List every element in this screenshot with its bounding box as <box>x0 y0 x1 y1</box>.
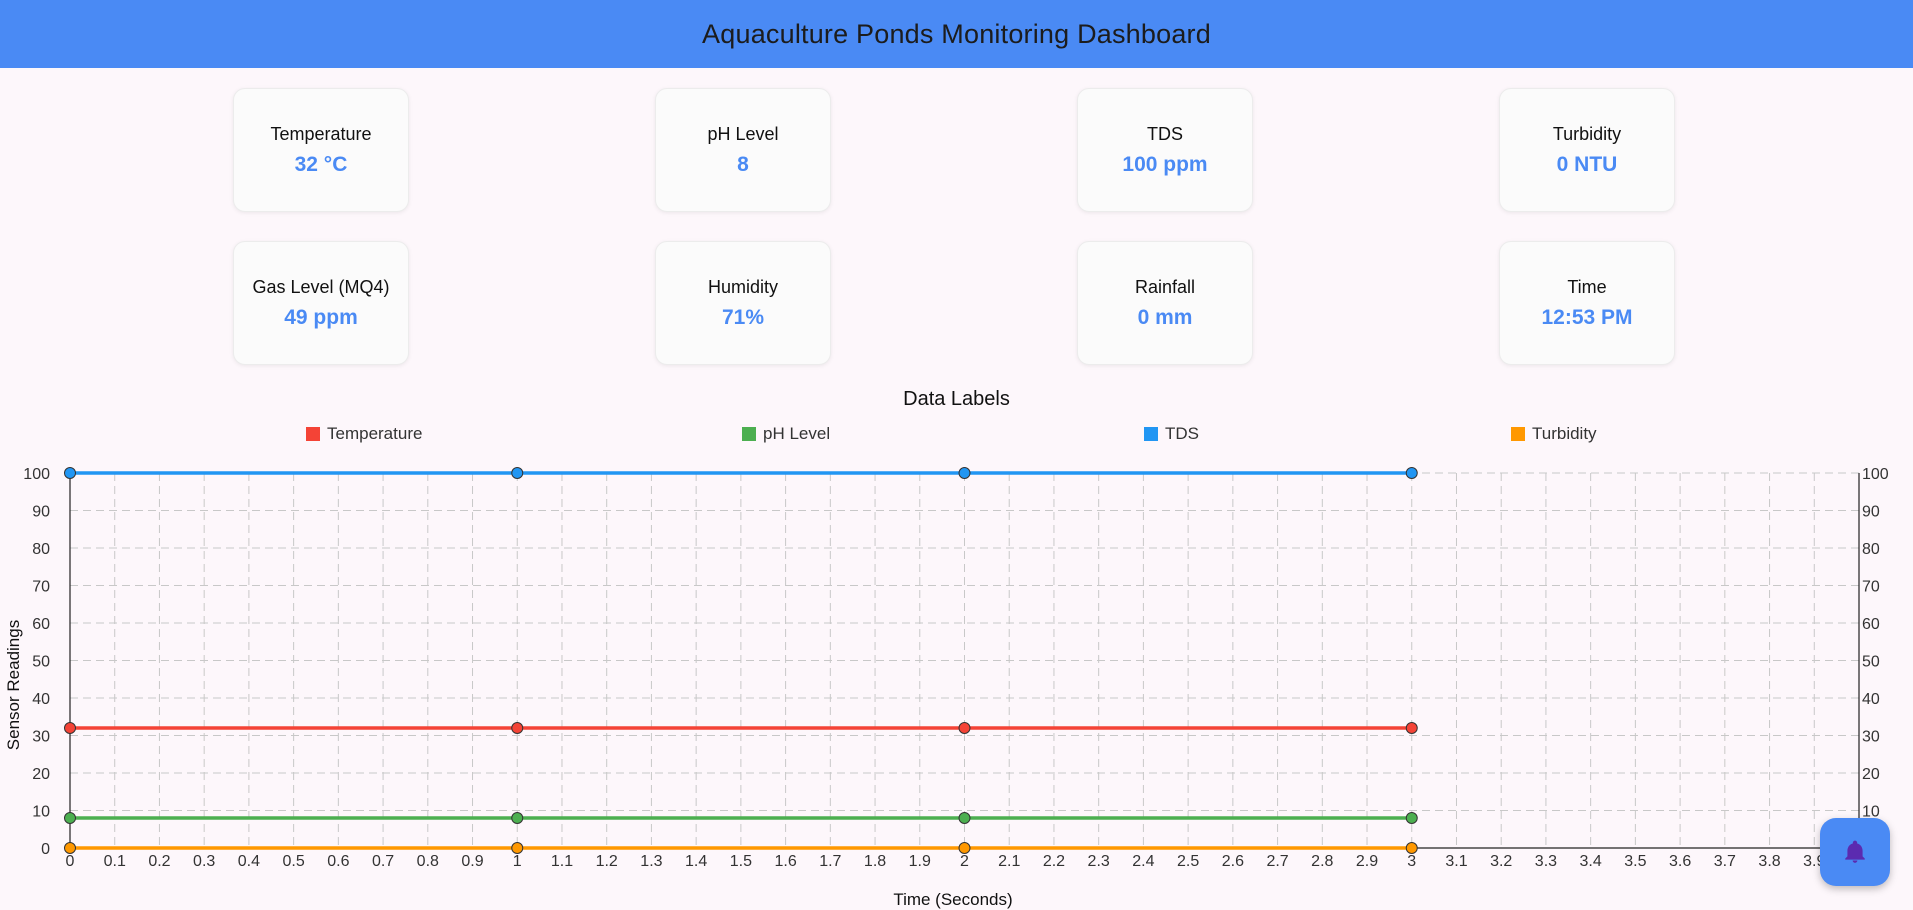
x-tick-label: 0.8 <box>417 853 439 870</box>
x-tick-label: 1.3 <box>640 853 662 870</box>
y-tick-label-left: 30 <box>32 729 50 746</box>
y-tick-label-left: 10 <box>32 804 50 821</box>
data-point <box>1405 722 1418 734</box>
x-tick-label: 2.8 <box>1311 853 1333 870</box>
x-tick-label: 2.4 <box>1132 853 1154 870</box>
x-tick-label: 0.3 <box>193 853 215 870</box>
x-tick-label: 3.5 <box>1624 853 1646 870</box>
x-tick-label: 1.7 <box>819 853 841 870</box>
x-tick-label: 2.9 <box>1356 853 1378 870</box>
x-tick-label: 0.1 <box>104 853 126 870</box>
y-tick-label-right: 40 <box>1862 691 1880 708</box>
y-tick-label-right: 30 <box>1862 729 1880 746</box>
x-tick-label: 2.5 <box>1177 853 1199 870</box>
y-tick-label-right: 60 <box>1862 616 1880 633</box>
y-tick-label-left: 80 <box>32 541 50 558</box>
data-point <box>64 812 76 824</box>
x-tick-label: 2.1 <box>998 853 1020 870</box>
data-point <box>511 842 524 854</box>
x-tick-label: 2.6 <box>1222 853 1244 870</box>
x-tick-label: 3.2 <box>1490 853 1512 870</box>
y-tick-label-right: 50 <box>1862 654 1880 671</box>
y-tick-label-left: 50 <box>32 654 50 671</box>
y-axis-label: Sensor Readings <box>4 620 23 750</box>
y-tick-label-left: 20 <box>32 766 50 783</box>
y-tick-label-right: 20 <box>1862 766 1880 783</box>
x-tick-label: 1.4 <box>685 853 707 870</box>
y-tick-label-left: 40 <box>32 691 50 708</box>
data-point <box>958 722 971 734</box>
data-point <box>511 722 524 734</box>
x-tick-label: 1.8 <box>864 853 886 870</box>
data-point <box>64 722 76 734</box>
x-tick-label: 1.1 <box>551 853 573 870</box>
data-point <box>64 467 76 479</box>
y-tick-label-left: 0 <box>41 841 50 858</box>
x-tick-label: 2.2 <box>1043 853 1065 870</box>
x-tick-label: 1.6 <box>774 853 796 870</box>
y-tick-label-right: 90 <box>1862 504 1880 521</box>
x-tick-label: 3 <box>1407 853 1416 870</box>
x-tick-label: 3.1 <box>1445 853 1467 870</box>
data-point <box>958 467 971 479</box>
data-point <box>1405 467 1418 479</box>
data-point <box>958 842 971 854</box>
data-point <box>511 812 524 824</box>
x-tick-label: 3.3 <box>1535 853 1557 870</box>
x-tick-label: 0 <box>66 853 75 870</box>
data-point <box>511 467 524 479</box>
y-tick-label-left: 60 <box>32 616 50 633</box>
x-tick-label: 3.8 <box>1758 853 1780 870</box>
notification-button[interactable] <box>1820 818 1890 886</box>
x-tick-label: 2.7 <box>1266 853 1288 870</box>
y-tick-label-right: 100 <box>1862 466 1889 483</box>
y-tick-label-left: 100 <box>23 466 50 483</box>
x-tick-label: 3.6 <box>1669 853 1691 870</box>
x-tick-label: 0.4 <box>238 853 260 870</box>
data-point <box>958 812 971 824</box>
x-tick-label: 0.9 <box>461 853 483 870</box>
x-tick-label: 0.6 <box>327 853 349 870</box>
x-tick-label: 0.2 <box>148 853 170 870</box>
x-tick-label: 0.7 <box>372 853 394 870</box>
x-tick-label: 2 <box>960 853 969 870</box>
y-tick-label-left: 70 <box>32 579 50 596</box>
x-tick-label: 1.2 <box>596 853 618 870</box>
x-tick-label: 1 <box>513 853 522 870</box>
data-point <box>1405 842 1418 854</box>
x-tick-label: 3.7 <box>1714 853 1736 870</box>
x-tick-label: 0.5 <box>283 853 305 870</box>
y-tick-label-right: 80 <box>1862 541 1880 558</box>
x-tick-label: 1.9 <box>909 853 931 870</box>
x-tick-label: 1.5 <box>730 853 752 870</box>
bell-icon <box>1845 840 1865 863</box>
y-tick-label-right: 70 <box>1862 579 1880 596</box>
line-chart: 0 0.1 0.2 0.3 0.4 0.5 0.6 0.7 0.8 0.9 1 1.1 1.2 1.3 1.… <box>4 466 1889 909</box>
y-tick-label-left: 90 <box>32 504 50 521</box>
data-point <box>1405 812 1418 824</box>
x-tick-label: 2.3 <box>1088 853 1110 870</box>
data-point <box>64 842 76 854</box>
x-tick-label: 3.4 <box>1580 853 1602 870</box>
x-axis-label: Time (Seconds) <box>893 890 1012 909</box>
